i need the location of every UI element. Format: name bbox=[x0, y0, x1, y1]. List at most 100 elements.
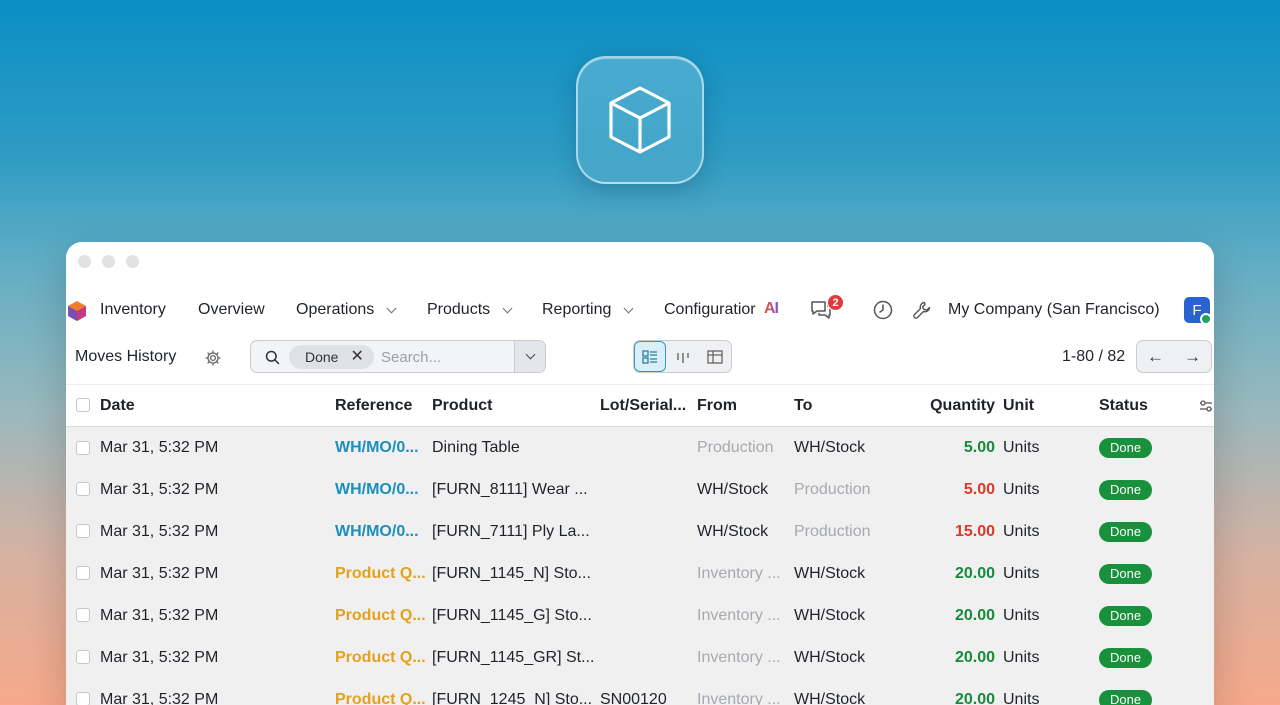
select-all-checkbox[interactable] bbox=[76, 398, 90, 413]
table-row[interactable]: Mar 31, 5:32 PM Product Q... [FURN_1245_N]… bbox=[66, 679, 1214, 705]
company-switcher[interactable]: My Company (San Francisco) bbox=[948, 301, 1160, 319]
status-badge: Done bbox=[1099, 689, 1153, 705]
row-checkbox[interactable] bbox=[76, 440, 90, 455]
cell-reference[interactable]: WH/MO/0... bbox=[335, 511, 432, 553]
column-header-from[interactable]: From bbox=[697, 385, 794, 427]
row-select-cell bbox=[66, 679, 100, 705]
cell-lot bbox=[600, 511, 697, 553]
nav-menu-operations[interactable]: Operations bbox=[296, 301, 397, 319]
next-page-button[interactable]: → bbox=[1174, 341, 1211, 372]
cell-to: WH/Stock bbox=[794, 690, 866, 705]
cell-reference[interactable]: WH/MO/0... bbox=[335, 427, 432, 469]
pager-value[interactable]: 1-80 / 82 bbox=[1062, 348, 1125, 366]
optional-columns-icon[interactable] bbox=[1199, 399, 1213, 418]
search-facet-label: Done bbox=[305, 349, 339, 365]
window-minimize-dot[interactable] bbox=[102, 255, 115, 268]
nav-menu-products-label: Products bbox=[427, 301, 491, 318]
breadcrumb[interactable]: Moves History bbox=[75, 348, 176, 366]
table-row[interactable]: Mar 31, 5:32 PM WH/MO/0... Dining Table Pro… bbox=[66, 427, 1214, 469]
cell-unit: Units bbox=[1003, 648, 1040, 666]
search-options-toggle[interactable] bbox=[514, 341, 545, 372]
wrench-icon[interactable] bbox=[912, 300, 932, 320]
cell-lot bbox=[600, 595, 697, 637]
ai-button[interactable]: AI bbox=[764, 300, 779, 318]
row-select-cell bbox=[66, 511, 100, 553]
window-titlebar bbox=[66, 242, 1214, 286]
nav-menu-overview[interactable]: Overview bbox=[198, 301, 265, 319]
column-header-date[interactable]: Date bbox=[100, 385, 335, 427]
select-all-cell bbox=[66, 385, 100, 427]
search-input[interactable] bbox=[381, 347, 511, 367]
status-badge: Done bbox=[1099, 479, 1153, 500]
row-checkbox[interactable] bbox=[76, 692, 90, 705]
column-header-reference[interactable]: Reference bbox=[335, 385, 432, 427]
table-row[interactable]: Mar 31, 5:32 PM WH/MO/0... [FURN_8111] Wea… bbox=[66, 469, 1214, 511]
cell-unit: Units bbox=[1003, 606, 1040, 624]
previous-page-button[interactable]: ← bbox=[1137, 341, 1174, 372]
row-checkbox[interactable] bbox=[76, 524, 90, 539]
nav-menu-products[interactable]: Products bbox=[427, 301, 513, 319]
cell-reference[interactable]: Product Q... bbox=[335, 553, 432, 595]
cell-product: [FURN_7111] Ply La... bbox=[432, 522, 590, 540]
search-bar[interactable]: Done ✕ bbox=[250, 340, 546, 373]
column-header-product[interactable]: Product bbox=[432, 385, 600, 427]
app-window: Inventory Overview Operations Products R… bbox=[66, 242, 1214, 705]
chevron-down-icon bbox=[623, 303, 634, 313]
cell-quantity: 5.00 bbox=[963, 480, 995, 498]
list-view-button[interactable] bbox=[634, 341, 667, 372]
cell-reference[interactable]: WH/MO/0... bbox=[335, 469, 432, 511]
table-row[interactable]: Mar 31, 5:32 PM Product Q... [FURN_1145_G]… bbox=[66, 595, 1214, 637]
cell-lot bbox=[600, 637, 697, 679]
nav-app-name[interactable]: Inventory bbox=[100, 301, 166, 319]
table-row[interactable]: Mar 31, 5:32 PM Product Q... [FURN_1145_N]… bbox=[66, 553, 1214, 595]
pivot-view-button[interactable] bbox=[699, 341, 731, 372]
cell-reference[interactable]: Product Q... bbox=[335, 595, 432, 637]
cell-date: Mar 31, 5:32 PM bbox=[100, 690, 219, 705]
column-header-to[interactable]: To bbox=[794, 385, 899, 427]
row-select-cell bbox=[66, 595, 100, 637]
status-badge: Done bbox=[1099, 437, 1153, 458]
column-header-quantity[interactable]: Quantity bbox=[899, 385, 1003, 427]
messages-count-badge: 2 bbox=[827, 294, 844, 311]
cell-from: Inventory ... bbox=[697, 564, 781, 582]
cell-unit: Units bbox=[1003, 522, 1040, 540]
window-zoom-dot[interactable] bbox=[126, 255, 139, 268]
table-row[interactable]: Mar 31, 5:32 PM Product Q... [FURN_1145_GR… bbox=[66, 637, 1214, 679]
nav-menu-configuration-label: Configuratior bbox=[664, 301, 756, 318]
activity-clock-icon[interactable] bbox=[873, 300, 893, 320]
app-logo-icon[interactable] bbox=[67, 300, 87, 327]
cell-status: Done bbox=[1099, 553, 1214, 595]
row-checkbox[interactable] bbox=[76, 608, 90, 623]
cell-date: Mar 31, 5:32 PM bbox=[100, 648, 219, 666]
window-close-dot[interactable] bbox=[78, 255, 91, 268]
chevron-down-icon bbox=[386, 303, 397, 313]
cell-to: Production bbox=[794, 480, 871, 498]
cell-status: Done bbox=[1099, 427, 1214, 469]
nav-menu-reporting[interactable]: Reporting bbox=[542, 301, 634, 319]
nav-menu-configuration[interactable]: Configuratior bbox=[664, 301, 758, 319]
moves-history-table: Date Reference Product Lot/Serial... Fro… bbox=[66, 384, 1214, 705]
table-row[interactable]: Mar 31, 5:32 PM WH/MO/0... [FURN_7111] Ply… bbox=[66, 511, 1214, 553]
cell-to: WH/Stock bbox=[794, 438, 866, 456]
pager-buttons: ← → bbox=[1136, 340, 1212, 373]
status-badge: Done bbox=[1099, 563, 1153, 584]
cell-from: WH/Stock bbox=[697, 522, 769, 540]
row-checkbox[interactable] bbox=[76, 482, 90, 497]
column-header-lot[interactable]: Lot/Serial... bbox=[600, 385, 697, 427]
kanban-view-button[interactable] bbox=[666, 341, 698, 372]
cell-from: Inventory ... bbox=[697, 648, 781, 666]
column-header-status-label: Status bbox=[1099, 396, 1148, 414]
column-header-status[interactable]: Status bbox=[1099, 385, 1214, 427]
row-checkbox[interactable] bbox=[76, 650, 90, 665]
column-header-unit[interactable]: Unit bbox=[1003, 385, 1099, 427]
cell-reference[interactable]: Product Q... bbox=[335, 679, 432, 705]
cell-from: Inventory ... bbox=[697, 690, 781, 705]
close-icon[interactable]: ✕ bbox=[350, 349, 363, 365]
row-checkbox[interactable] bbox=[76, 566, 90, 581]
cell-from: Production bbox=[697, 438, 774, 456]
cell-status: Done bbox=[1099, 595, 1214, 637]
cell-reference[interactable]: Product Q... bbox=[335, 637, 432, 679]
cell-product: [FURN_1145_N] Sto... bbox=[432, 564, 591, 582]
gear-icon[interactable] bbox=[205, 350, 221, 371]
list-view-icon bbox=[642, 349, 658, 364]
